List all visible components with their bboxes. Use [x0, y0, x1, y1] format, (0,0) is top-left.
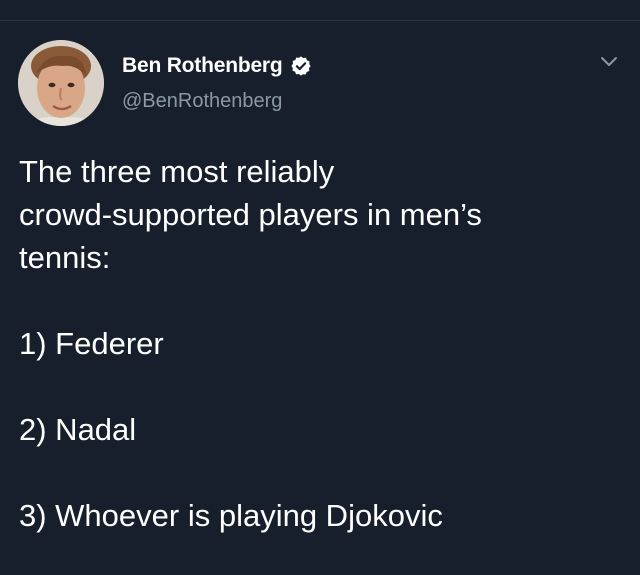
user-handle[interactable]: @BenRothenberg: [122, 90, 282, 113]
display-name[interactable]: Ben Rothenberg: [122, 54, 283, 78]
list-item: 2) Nadal: [19, 412, 137, 447]
author-name-row[interactable]: Ben Rothenberg: [122, 52, 312, 80]
avatar-image: [18, 40, 104, 126]
tweet-line: crowd-supported players in men’s: [19, 197, 482, 232]
list-item: 3) Whoever is playing Djokovic: [19, 498, 443, 533]
list-item: 1) Federer: [19, 326, 164, 361]
tweet-text: The three most reliably crowd-supported …: [19, 150, 619, 537]
tweet-line: The three most reliably: [19, 154, 335, 189]
top-divider: [0, 20, 640, 21]
chevron-down-icon[interactable]: [600, 55, 618, 69]
verified-badge-icon: [290, 55, 312, 77]
tweet-line: tennis:: [19, 240, 111, 275]
avatar[interactable]: [18, 40, 104, 126]
